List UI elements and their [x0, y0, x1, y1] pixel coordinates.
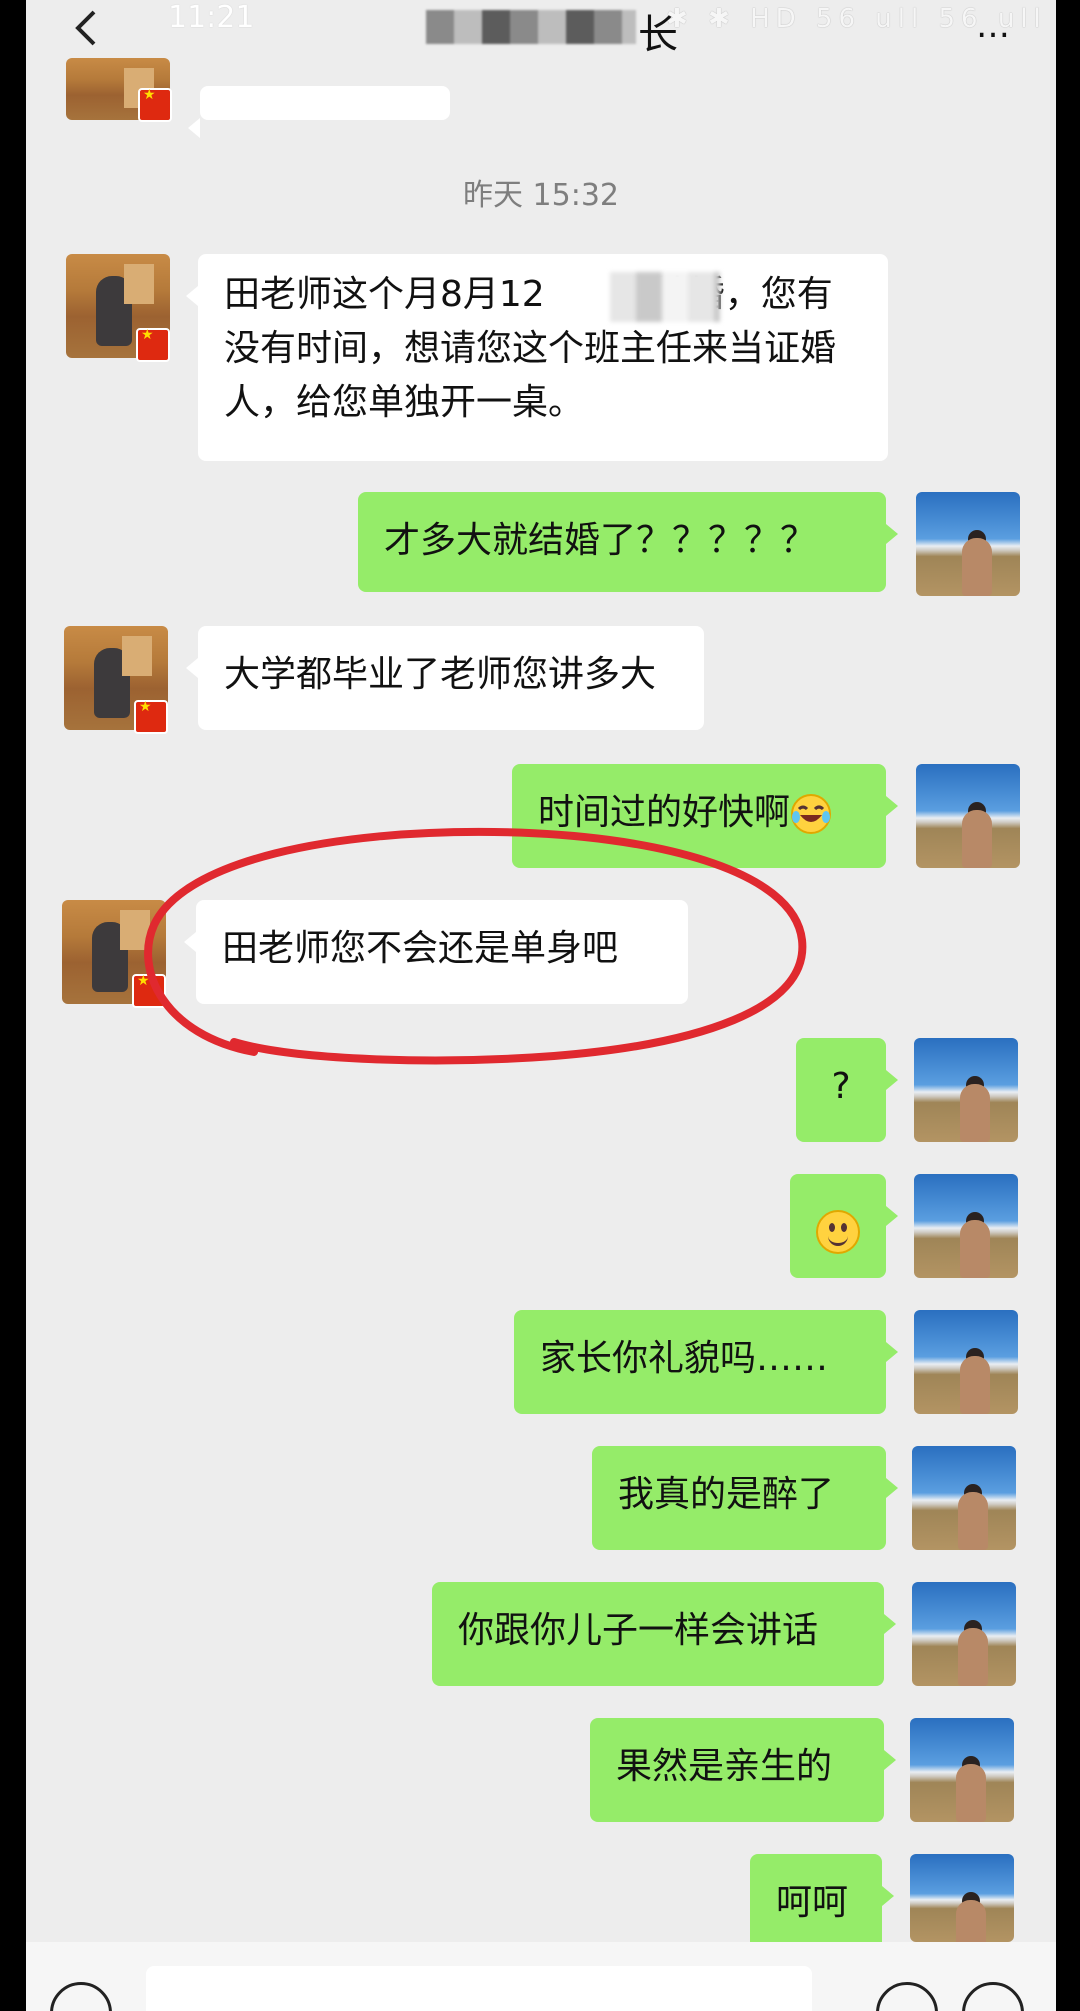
message-bubble: 田老师这个月8月12 结婚，您有没有时间，想请您这个班主任来当证婚人，给您单独开… [186, 254, 888, 461]
message-bubble: 果然是亲生的 [590, 1718, 896, 1822]
input-bar [26, 1942, 1056, 2011]
voice-icon[interactable] [50, 1982, 112, 2011]
flag-icon [134, 699, 168, 734]
top-bar: 11:21 长 ✱ ✱ HD 56 ull 56 ull … [26, 0, 1056, 58]
emoji-icon[interactable] [876, 1982, 938, 2011]
message-bubble [790, 1174, 898, 1278]
message-bubble: 家长你礼貌吗…… [514, 1310, 898, 1414]
status-time: 11:21 [168, 0, 255, 35]
chevron-left-icon[interactable] [68, 8, 108, 48]
plus-icon[interactable] [962, 1982, 1024, 2011]
message-input[interactable] [146, 1966, 812, 2011]
my-avatar[interactable] [912, 1582, 1016, 1686]
flag-icon [138, 87, 172, 122]
message-bubble: 才多大就结婚了？？？？？ [358, 492, 898, 592]
red-annotation-circle [144, 827, 807, 1065]
my-avatar[interactable] [914, 1038, 1018, 1142]
my-avatar[interactable] [916, 492, 1020, 596]
my-avatar[interactable] [914, 1174, 1018, 1278]
chat-timestamp: 昨天 15:32 [463, 178, 619, 213]
my-avatar[interactable] [912, 1446, 1016, 1550]
flag-icon [136, 327, 170, 362]
message-bubble [188, 86, 450, 138]
message-bubble: ? [796, 1038, 898, 1142]
redaction-blur [610, 272, 720, 322]
chat-screen: 11:21 长 ✱ ✱ HD 56 ull 56 ull … 昨天 15:32 … [26, 0, 1056, 2011]
message-bubble: 大学都毕业了老师您讲多大 [186, 626, 704, 730]
my-avatar[interactable] [910, 1854, 1014, 1942]
my-avatar[interactable] [914, 1310, 1018, 1414]
my-avatar[interactable] [916, 764, 1020, 868]
smile-emoji-icon [816, 1210, 860, 1254]
chat-title-redacted [426, 10, 636, 44]
message-bubble: 你跟你儿子一样会讲话 [432, 1582, 896, 1686]
more-options-button[interactable]: … [976, 6, 1012, 46]
my-avatar[interactable] [910, 1718, 1014, 1822]
message-bubble: 我真的是醉了 [592, 1446, 898, 1550]
